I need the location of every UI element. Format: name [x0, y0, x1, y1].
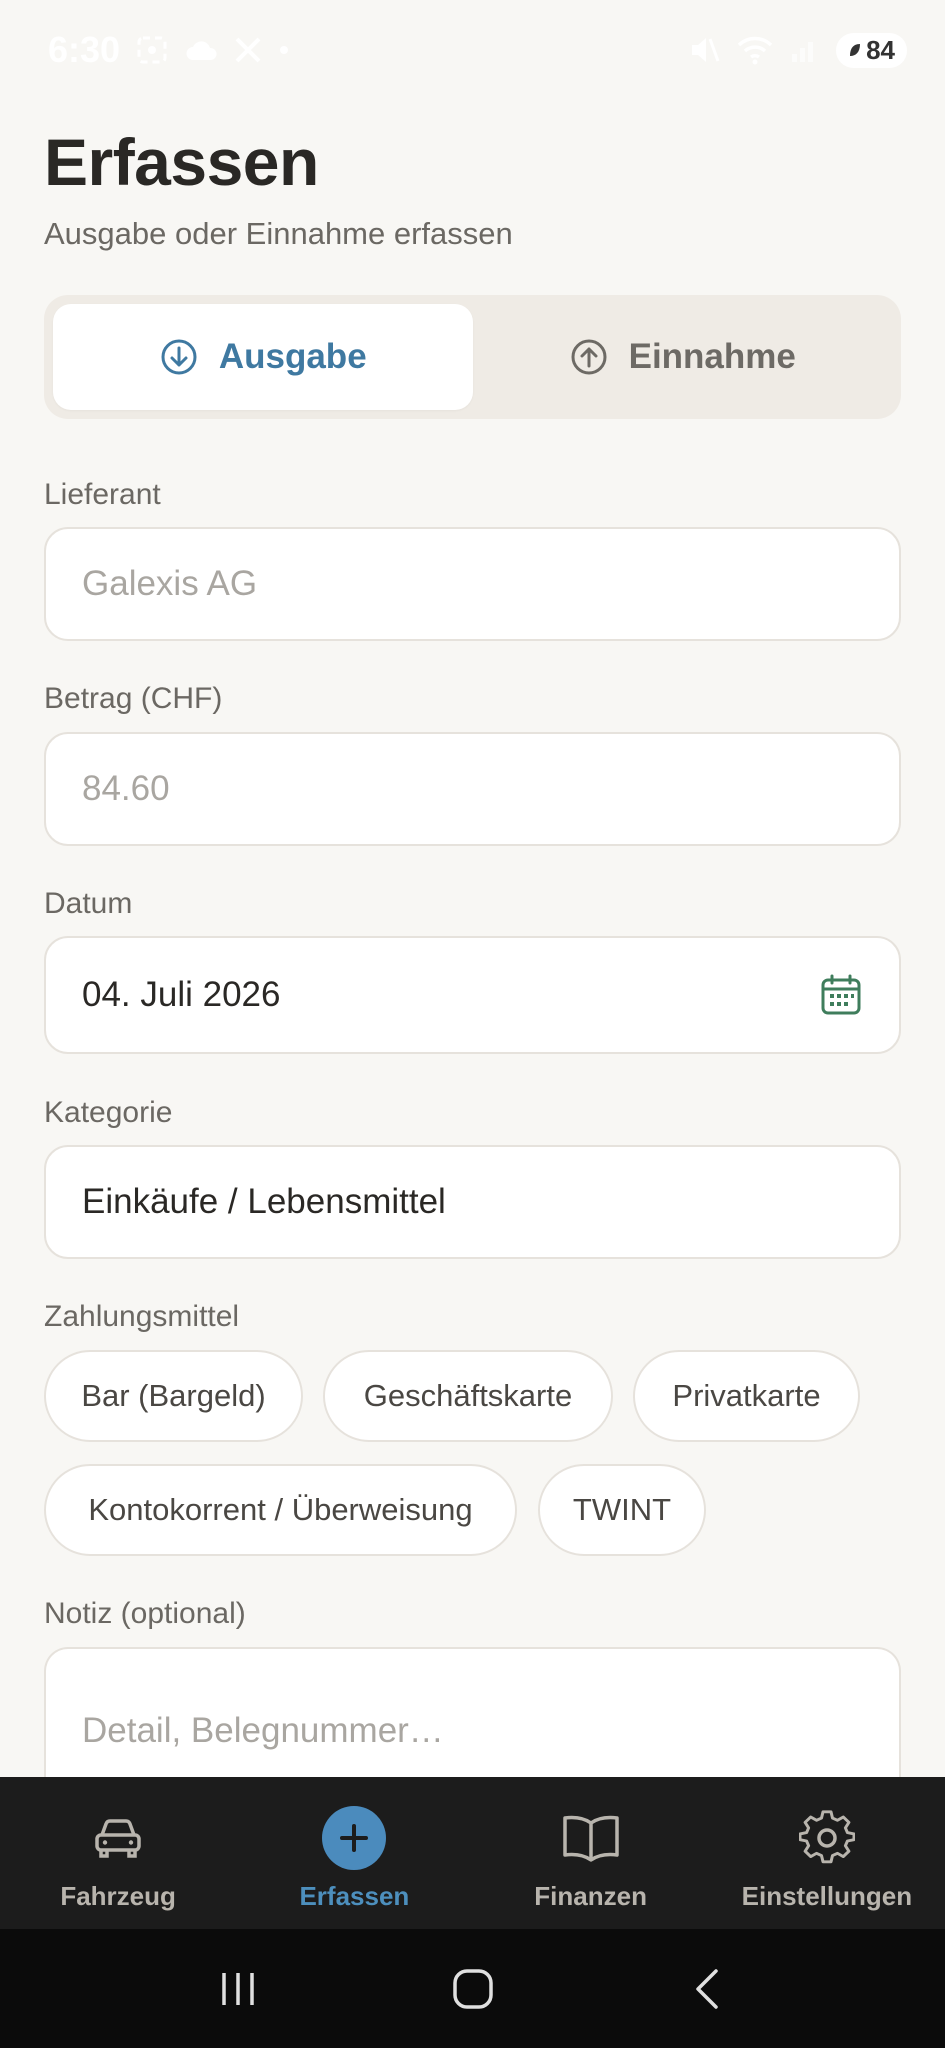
- screen: 6:30 84 Erfassen Ausgabe oder Einnahme e…: [0, 0, 945, 2048]
- nav-item-finances[interactable]: Finanzen: [473, 1777, 709, 1929]
- status-left: 6:30: [48, 29, 290, 71]
- toggle-income[interactable]: Einnahme: [473, 304, 893, 410]
- status-bar: 6:30 84: [0, 0, 945, 100]
- book-icon: [561, 1807, 621, 1869]
- payment-chip-bank-transfer[interactable]: Kontokorrent / Überweisung: [44, 1464, 517, 1556]
- chip-label: Bar (Bargeld): [81, 1378, 266, 1413]
- system-nav: [0, 1929, 945, 2048]
- arrow-up-circle-icon: [571, 339, 607, 375]
- nav-item-vehicle[interactable]: Fahrzeug: [0, 1777, 236, 1929]
- payment-chip-private-card[interactable]: Privatkarte: [633, 1350, 860, 1442]
- chip-label: Privatkarte: [672, 1378, 821, 1413]
- date-field[interactable]: 04. Juli 2026: [44, 936, 901, 1054]
- plus-icon: [322, 1806, 387, 1870]
- home-button[interactable]: [423, 1949, 523, 2029]
- payment-chip-twint[interactable]: TWINT: [538, 1464, 706, 1556]
- payment-chip-business-card[interactable]: Geschäftskarte: [323, 1350, 613, 1442]
- note-label: Notiz (optional): [44, 1597, 246, 1630]
- nav-label: Fahrzeug: [60, 1881, 176, 1911]
- status-time: 6:30: [48, 29, 121, 70]
- category-select[interactable]: Einkäufe / Lebensmittel: [44, 1145, 901, 1259]
- back-button[interactable]: [658, 1949, 758, 2029]
- recent-apps-icon: [221, 1972, 254, 2005]
- note-placeholder: Detail, Belegnummer…: [82, 1711, 444, 1750]
- gear-icon: [798, 1807, 855, 1869]
- back-icon: [695, 1968, 718, 2009]
- category-value: Einkäufe / Lebensmittel: [82, 1182, 446, 1221]
- leaf-icon: [850, 44, 861, 56]
- page-title: Erfassen: [44, 125, 319, 199]
- nav-item-capture[interactable]: Erfassen: [236, 1777, 472, 1929]
- supplier-label: Lieferant: [44, 478, 161, 511]
- home-icon: [452, 1968, 493, 2009]
- screenshot-icon: [136, 35, 168, 65]
- supplier-input[interactable]: Galexis AG: [44, 527, 901, 641]
- amount-placeholder: 84.60: [82, 769, 170, 808]
- supplier-placeholder: Galexis AG: [82, 564, 258, 603]
- amount-label: Betrag (CHF): [44, 682, 223, 715]
- bottom-nav: Fahrzeug Erfassen Finanzen Einstellungen: [0, 1777, 945, 1929]
- toggle-expense[interactable]: Ausgabe: [53, 304, 473, 410]
- nav-label: Einstellungen: [741, 1881, 913, 1911]
- amount-input[interactable]: 84.60: [44, 732, 901, 846]
- status-right: 84: [688, 32, 907, 68]
- type-toggle: Ausgabe Einnahme: [44, 295, 901, 419]
- calendar-icon[interactable]: [819, 973, 863, 1017]
- nav-item-settings[interactable]: Einstellungen: [709, 1777, 945, 1929]
- chip-label: Kontokorrent / Überweisung: [88, 1492, 473, 1527]
- recent-apps-button[interactable]: [188, 1949, 288, 2029]
- chip-label: Geschäftskarte: [363, 1378, 573, 1413]
- payment-chip-cash[interactable]: Bar (Bargeld): [44, 1350, 303, 1442]
- wifi-icon: [736, 35, 774, 65]
- payment-label: Zahlungsmittel: [44, 1300, 240, 1333]
- battery-indicator: 84: [836, 32, 907, 68]
- arrow-down-circle-icon: [161, 339, 197, 375]
- mute-icon: [688, 35, 720, 65]
- battery-level: 84: [866, 34, 895, 65]
- note-input[interactable]: Detail, Belegnummer…: [44, 1647, 901, 1787]
- signal-icon: [790, 36, 820, 64]
- toggle-income-label: Einnahme: [628, 337, 796, 376]
- nav-label: Finanzen: [534, 1881, 647, 1911]
- date-label: Datum: [44, 887, 133, 920]
- page-subtitle: Ausgabe oder Einnahme erfassen: [44, 216, 513, 251]
- chip-label: TWINT: [572, 1492, 672, 1527]
- category-label: Kategorie: [44, 1096, 173, 1129]
- x-logo-icon: [234, 36, 262, 64]
- notification-dot-icon: [278, 44, 290, 56]
- toggle-expense-label: Ausgabe: [218, 337, 367, 376]
- car-icon: [92, 1807, 144, 1869]
- date-value: 04. Juli 2026: [82, 975, 281, 1014]
- nav-label: Erfassen: [299, 1881, 410, 1911]
- cloud-icon: [184, 38, 218, 62]
